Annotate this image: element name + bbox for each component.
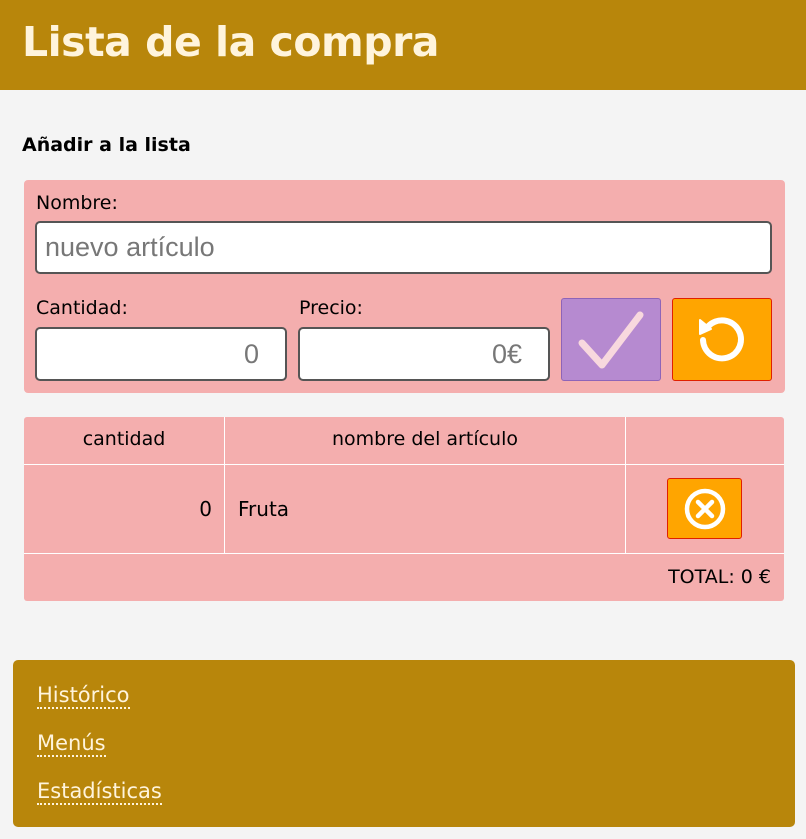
nombre-label: Nombre:	[36, 192, 118, 214]
checkmark-icon	[578, 311, 644, 368]
add-item-form: Nombre: Cantidad: Precio:	[24, 180, 785, 393]
remove-item-button[interactable]	[667, 478, 742, 539]
nav-link-estadisticas[interactable]: Estadísticas	[37, 779, 162, 805]
precio-input[interactable]	[298, 327, 550, 381]
total-label: TOTAL: 0 €	[668, 566, 771, 588]
row-divider	[24, 553, 784, 554]
add-section-title: Añadir a la lista	[22, 134, 191, 156]
reset-form-button[interactable]	[672, 298, 772, 381]
row-cantidad: 0	[199, 497, 212, 521]
page-title: Lista de la compra	[22, 18, 439, 66]
column-header-cantidad: cantidad	[82, 428, 166, 450]
nav-link-menus[interactable]: Menús	[37, 731, 106, 757]
shopping-list-table: cantidad nombre del artículo 0 Fruta TOT…	[24, 417, 784, 601]
remove-icon	[684, 488, 725, 529]
row-nombre: Fruta	[238, 497, 290, 521]
cantidad-input[interactable]	[35, 327, 287, 381]
column-divider	[625, 417, 626, 553]
cantidad-label: Cantidad:	[36, 297, 128, 319]
row-divider	[24, 464, 784, 465]
column-header-nombre: nombre del artículo	[331, 428, 518, 450]
reset-icon	[699, 316, 744, 361]
nav-link-historico[interactable]: Histórico	[37, 683, 130, 709]
confirm-add-button[interactable]	[561, 298, 661, 381]
footer-nav: Histórico Menús Estadísticas	[13, 660, 795, 827]
precio-label: Precio:	[299, 297, 363, 319]
app-header: Lista de la compra	[0, 0, 806, 90]
nombre-input[interactable]	[35, 221, 772, 274]
